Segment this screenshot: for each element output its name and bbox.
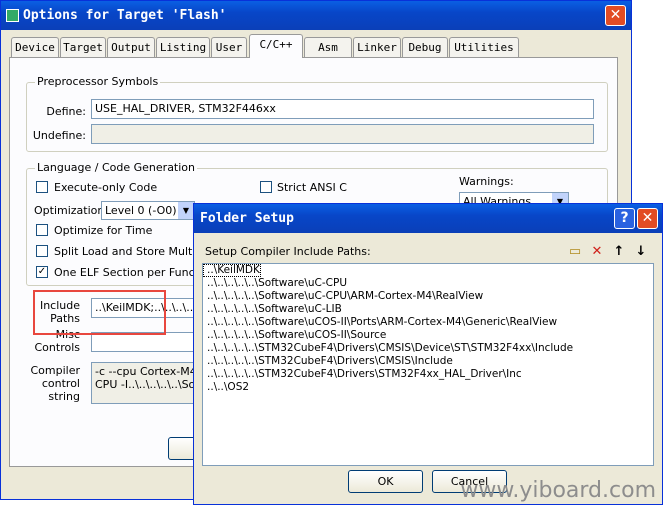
split-load-checkbox[interactable]: [36, 245, 48, 257]
optimize-time-checkbox[interactable]: [36, 224, 48, 236]
include-paths-caption: Setup Compiler Include Paths:: [205, 245, 371, 258]
compiler-control-label: Compiler control string: [30, 364, 80, 403]
optimization-value: Level 0 (-O0): [105, 204, 177, 217]
options-title-bar[interactable]: Options for Target 'Flash' ✕: [1, 1, 631, 30]
list-item[interactable]: ..\..\..\..\..\Software\uC-LIB: [203, 303, 653, 316]
folder-setup-title-bar[interactable]: Folder Setup ? ✕: [194, 204, 662, 233]
one-elf-label: One ELF Section per Function: [54, 266, 216, 279]
optimization-select[interactable]: Level 0 (-O0) ▼: [101, 201, 195, 220]
strict-ansi-label: Strict ANSI C: [277, 181, 347, 194]
tab-debug[interactable]: Debug: [402, 37, 448, 57]
folder-setup-close-button[interactable]: ✕: [637, 208, 658, 229]
delete-icon[interactable]: ✕: [588, 243, 606, 261]
execute-only-label: Execute-only Code: [54, 181, 158, 194]
undefine-label: Undefine:: [32, 129, 86, 142]
define-input[interactable]: USE_HAL_DRIVER, STM32F446xx: [91, 99, 594, 119]
tab-listing[interactable]: Listing: [156, 37, 210, 57]
tab-linker[interactable]: Linker: [353, 37, 401, 57]
list-item[interactable]: ..\..\OS2: [203, 381, 653, 394]
tab-target[interactable]: Target: [60, 37, 106, 57]
split-load-label: Split Load and Store Multiple: [54, 245, 213, 258]
ok-button[interactable]: OK: [348, 470, 423, 493]
one-elf-checkbox[interactable]: ✓: [36, 266, 48, 278]
tab-output[interactable]: Output: [107, 37, 155, 57]
include-paths-list[interactable]: ..\KeilMDK ..\..\..\..\..\Software\uC-CP…: [202, 263, 654, 466]
list-item[interactable]: ..\..\..\..\..\Software\uCOS-II\Source: [203, 329, 653, 342]
options-title: Options for Target 'Flash': [23, 8, 227, 23]
tab-asm[interactable]: Asm: [304, 37, 352, 57]
folder-setup-title: Folder Setup: [200, 211, 294, 226]
list-item[interactable]: ..\..\..\..\..\Software\uC-CPU\ARM-Corte…: [203, 290, 653, 303]
help-button[interactable]: ?: [614, 208, 635, 229]
chevron-down-icon[interactable]: ▼: [178, 202, 194, 219]
list-item[interactable]: ..\..\..\..\..\STM32CubeF4\Drivers\CMSIS…: [203, 355, 653, 368]
list-item[interactable]: ..\..\..\..\..\STM32CubeF4\Drivers\CMSIS…: [203, 342, 653, 355]
optimization-label: Optimization:: [34, 204, 109, 217]
undefine-input[interactable]: [91, 124, 594, 144]
tab-user[interactable]: User: [211, 37, 247, 57]
new-folder-icon[interactable]: ▭: [566, 243, 584, 261]
language-legend: Language / Code Generation: [35, 161, 198, 174]
optimize-time-label: Optimize for Time: [54, 224, 153, 237]
list-item[interactable]: ..\KeilMDK: [203, 264, 261, 277]
tab-c-cpp[interactable]: C/C++: [249, 34, 303, 58]
warnings-label: Warnings:: [459, 175, 514, 188]
move-down-icon[interactable]: ↓: [632, 243, 650, 261]
tab-utilities[interactable]: Utilities: [449, 37, 519, 57]
include-paths-highlight: [33, 290, 166, 335]
list-item[interactable]: ..\..\..\..\..\STM32CubeF4\Drivers\STM32…: [203, 368, 653, 381]
tab-device[interactable]: Device: [11, 37, 59, 57]
options-close-button[interactable]: ✕: [605, 5, 626, 26]
list-item[interactable]: ..\..\..\..\..\Software\uC-CPU: [203, 277, 653, 290]
watermark: www.yiboard.com: [460, 478, 656, 503]
execute-only-checkbox[interactable]: [36, 181, 48, 193]
strict-ansi-checkbox[interactable]: [260, 181, 272, 193]
app-icon: [6, 9, 19, 22]
move-up-icon[interactable]: ↑: [610, 243, 628, 261]
define-label: Define:: [46, 105, 86, 118]
preprocessor-legend: Preprocessor Symbols: [35, 75, 161, 88]
list-item[interactable]: ..\..\..\..\..\Software\uCOS-II\Ports\AR…: [203, 316, 653, 329]
